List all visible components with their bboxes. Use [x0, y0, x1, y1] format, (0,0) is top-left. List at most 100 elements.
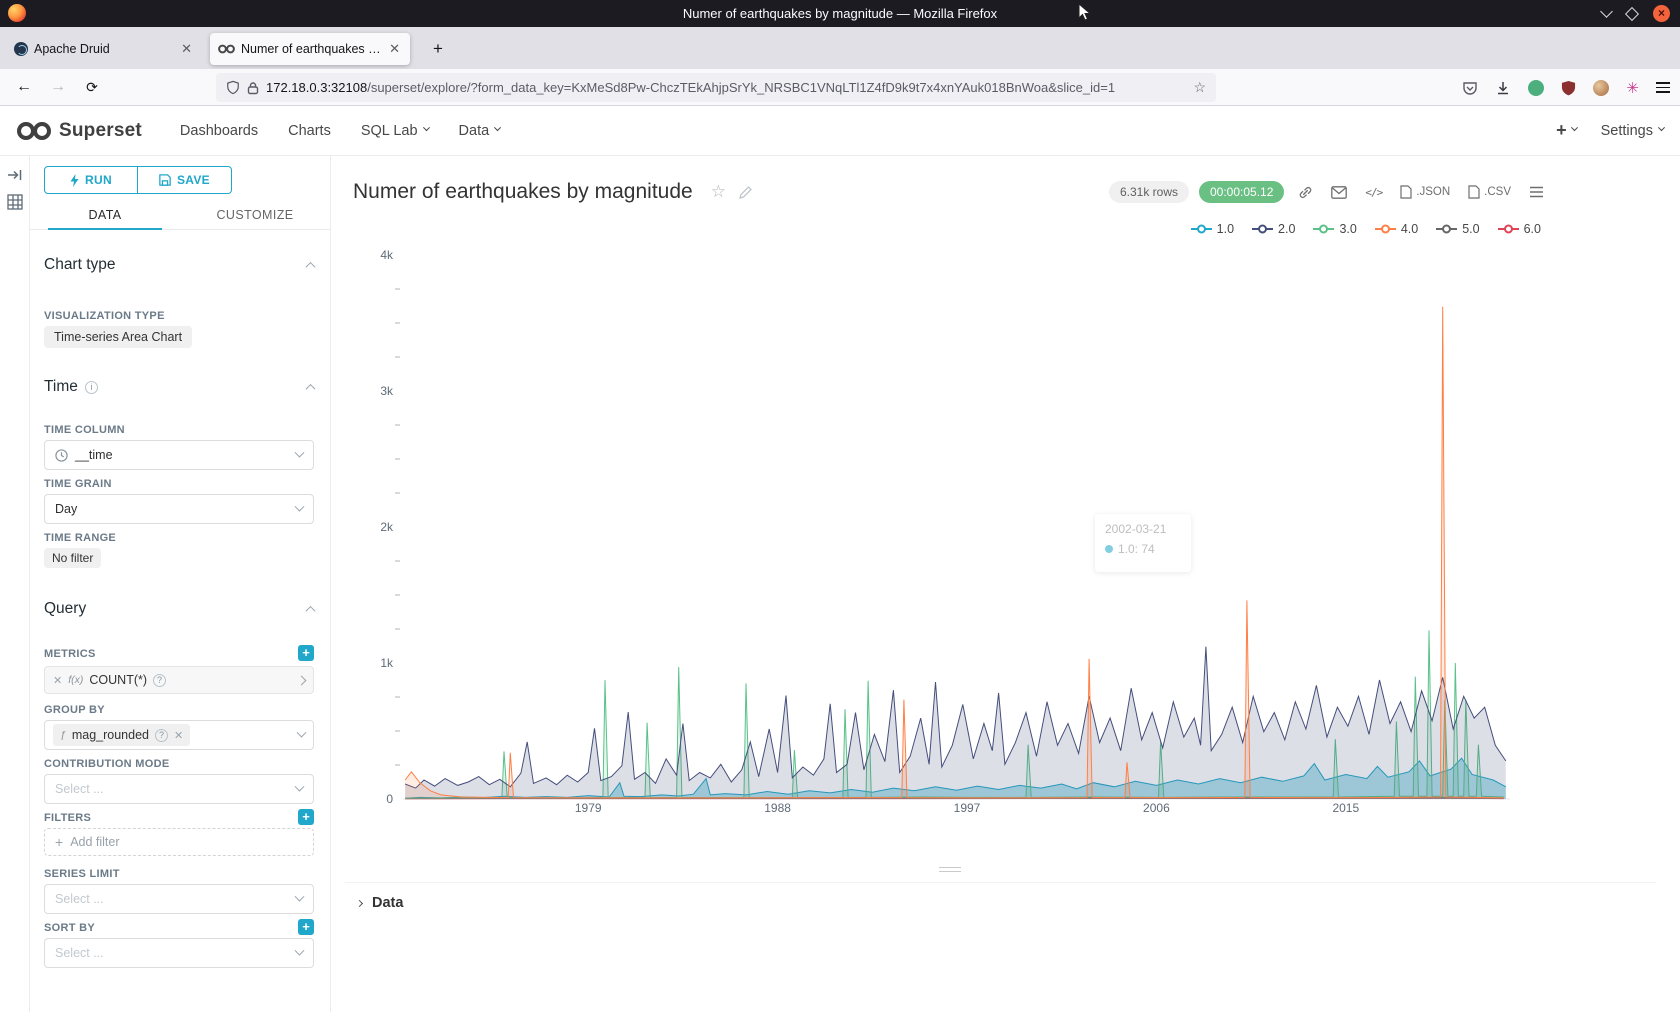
reload-button[interactable]: ⟳ [78, 74, 106, 102]
expand-panel-icon[interactable] [7, 168, 23, 182]
browser-menu-icon[interactable] [1656, 80, 1670, 96]
function-glyph: ƒ [60, 729, 66, 741]
tab-close-icon[interactable]: ✕ [179, 41, 194, 57]
contribution-select[interactable]: Select ... [44, 774, 314, 804]
time-column-select[interactable]: __time [44, 440, 314, 470]
nav-item-data[interactable]: Data [459, 123, 501, 139]
url-bar[interactable]: 172.18.0.3:32108/superset/explore/?form_… [216, 73, 1216, 102]
info-icon[interactable]: i [85, 381, 98, 394]
svg-text:1988: 1988 [764, 801, 791, 815]
nav-item-charts[interactable]: Charts [288, 123, 331, 139]
pocket-icon[interactable] [1462, 80, 1478, 96]
chart-menu-button[interactable] [1525, 186, 1548, 198]
url-text[interactable]: 172.18.0.3:32108/superset/explore/?form_… [266, 80, 1180, 95]
remove-metric-icon[interactable]: ✕ [53, 674, 62, 687]
browser-tab-superset[interactable]: Numer of earthquakes by ✕ [210, 33, 410, 65]
window-minimize-button[interactable] [1600, 5, 1613, 18]
legend-item-2.0[interactable]: 2.0 [1252, 222, 1295, 236]
edit-title-icon[interactable] [738, 185, 753, 200]
add-sort-by-button[interactable]: + [298, 919, 314, 935]
groupby-chip[interactable]: ƒ mag_rounded ? ✕ [53, 724, 190, 746]
section-time[interactable]: Time i [44, 378, 314, 396]
data-panel-toggle[interactable]: Data [345, 883, 1656, 923]
nav-item-dashboards[interactable]: Dashboards [180, 123, 258, 139]
panel-tabs: DATA CUSTOMIZE [30, 202, 330, 230]
email-share-button[interactable] [1327, 186, 1351, 199]
time-range-chip[interactable]: No filter [44, 548, 101, 568]
favorite-star-icon[interactable]: ☆ [711, 182, 726, 202]
browser-navbar: ← → ⟳ 172.18.0.3:32108/superset/explore/… [0, 69, 1680, 106]
tab-customize[interactable]: CUSTOMIZE [180, 202, 330, 229]
ublock-shield-icon[interactable] [1561, 80, 1576, 96]
extension-icon-green[interactable] [1528, 80, 1544, 96]
time-range-label: TIME RANGE [44, 532, 116, 544]
rows-count-badge: 6.31k rows [1109, 181, 1189, 203]
groupby-label: GROUP BY [44, 704, 105, 716]
browser-tab-druid[interactable]: Apache Druid ✕ [6, 33, 202, 65]
legend-marker [1313, 224, 1334, 234]
tab-data[interactable]: DATA [30, 202, 180, 229]
bookmark-star-icon[interactable]: ☆ [1193, 79, 1206, 96]
tab-label: Numer of earthquakes by [241, 42, 381, 56]
main-nav: Dashboards Charts SQL Lab Data [180, 123, 500, 139]
add-metric-button[interactable]: + [298, 645, 314, 661]
back-button[interactable]: ← [10, 74, 38, 102]
run-button[interactable]: RUN [44, 166, 138, 194]
viz-type-chip[interactable]: Time-series Area Chart [44, 326, 192, 348]
legend-item-3.0[interactable]: 3.0 [1313, 222, 1356, 236]
url-host: 172.18.0.3:32108 [266, 80, 367, 95]
chart-resize-handle[interactable] [939, 864, 961, 875]
export-csv-button[interactable]: .CSV [1464, 185, 1515, 199]
embed-code-button[interactable]: </> [1361, 186, 1386, 199]
time-grain-select[interactable]: Day [44, 494, 314, 524]
new-item-button[interactable]: + [1556, 120, 1577, 141]
chart-canvas[interactable]: 01k2k3k4k19791988199720062015 [355, 248, 1540, 828]
window-title: Numer of earthquakes by magnitude — Mozi… [0, 6, 1680, 21]
legend-label: 1.0 [1217, 222, 1234, 236]
export-json-button[interactable]: .JSON [1396, 185, 1454, 199]
add-filter-plus-button[interactable]: + [298, 809, 314, 825]
extension-icon-avatar[interactable] [1593, 80, 1609, 96]
legend-item-6.0[interactable]: 6.0 [1498, 222, 1541, 236]
series-limit-select[interactable]: Select ... [44, 884, 314, 914]
nav-item-sqllab[interactable]: SQL Lab [361, 123, 429, 139]
link-icon [1298, 185, 1313, 200]
new-tab-button[interactable]: + [425, 37, 451, 63]
legend-item-4.0[interactable]: 4.0 [1375, 222, 1418, 236]
chevron-down-icon [295, 891, 305, 901]
metric-help-icon[interactable]: ? [153, 674, 166, 687]
section-query[interactable]: Query [44, 600, 314, 618]
shield-icon[interactable] [226, 80, 240, 95]
groupby-select[interactable]: ƒ mag_rounded ? ✕ [44, 720, 314, 750]
forward-button[interactable]: → [44, 74, 72, 102]
save-button[interactable]: SAVE [138, 166, 232, 194]
legend-item-5.0[interactable]: 5.0 [1436, 222, 1479, 236]
chevron-down-icon [295, 447, 305, 457]
extension-icon-pinwheel[interactable]: ✳ [1626, 79, 1639, 97]
chevron-up-icon [306, 383, 316, 393]
metric-chip[interactable]: ✕ f(x) COUNT(*) ? [44, 666, 314, 694]
legend-label: 3.0 [1339, 222, 1356, 236]
legend-item-1.0[interactable]: 1.0 [1191, 222, 1234, 236]
window-maximize-button[interactable] [1625, 6, 1639, 20]
dataset-grid-icon[interactable] [7, 194, 23, 210]
lock-icon[interactable] [247, 81, 259, 95]
section-chart-type[interactable]: Chart type [44, 256, 314, 274]
settings-menu[interactable]: Settings [1601, 123, 1664, 139]
legend-marker [1191, 224, 1212, 234]
explore-main: Numer of earthquakes by magnitude ☆ 6.31… [331, 156, 1680, 1012]
add-filter-dropzone[interactable]: + Add filter [44, 828, 314, 856]
svg-text:2006: 2006 [1143, 801, 1170, 815]
code-icon: </> [1365, 186, 1382, 199]
downloads-icon[interactable] [1495, 80, 1511, 96]
tab-close-icon[interactable]: ✕ [387, 41, 402, 57]
sort-by-select[interactable]: Select ... [44, 938, 314, 968]
druid-favicon [14, 42, 28, 56]
remove-groupby-icon[interactable]: ✕ [174, 729, 183, 742]
copy-link-button[interactable] [1294, 185, 1317, 200]
superset-brand[interactable]: Superset [16, 120, 142, 142]
tab-label: Apache Druid [34, 42, 173, 56]
svg-text:0: 0 [386, 792, 393, 806]
window-close-button[interactable]: × [1653, 5, 1670, 22]
column-help-icon[interactable]: ? [155, 729, 168, 742]
